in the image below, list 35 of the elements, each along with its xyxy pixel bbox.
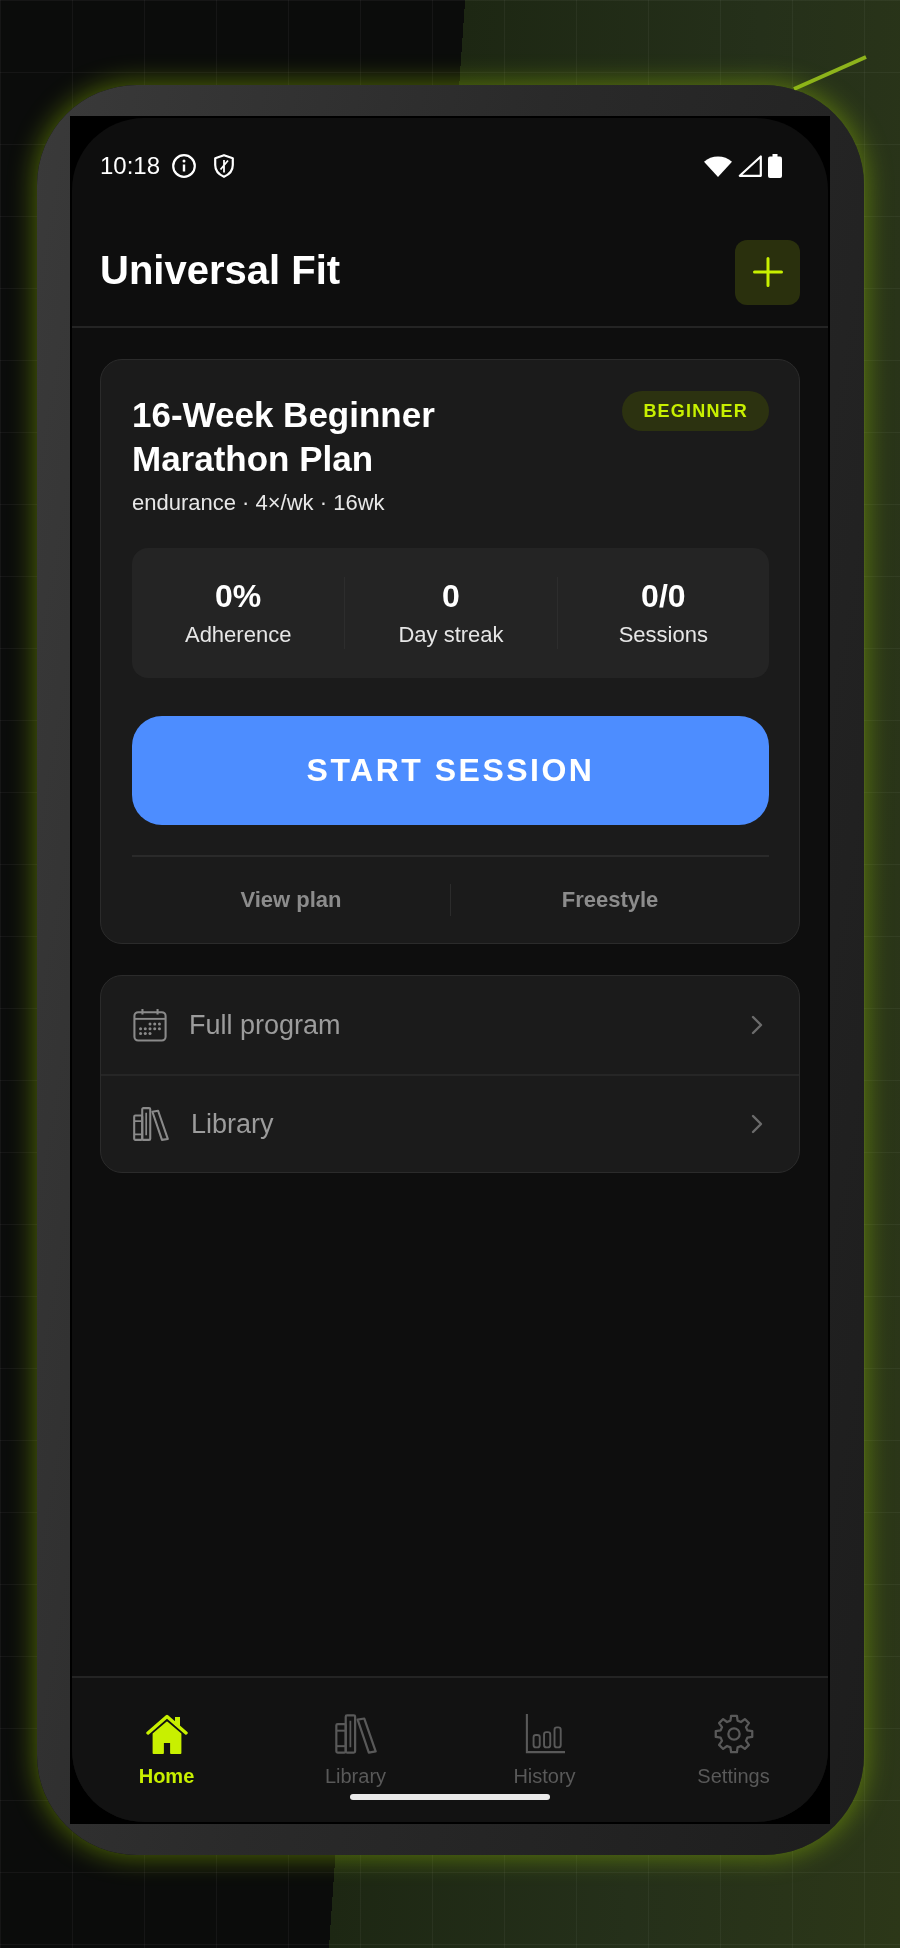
chevron-right-icon	[751, 1015, 763, 1035]
stat-value: 0	[442, 577, 460, 615]
home-icon	[145, 1714, 188, 1754]
wifi-icon	[704, 155, 732, 177]
nav-tab[interactable]: History	[450, 1712, 639, 1788]
books-icon	[133, 1107, 169, 1141]
start-session-button[interactable]: START SESSION	[132, 716, 769, 825]
menu-row[interactable]: Full program	[101, 976, 799, 1074]
plan-meta: endurance · 4×/wk · 16wk	[132, 489, 386, 517]
nav-tab[interactable]: Settings	[639, 1712, 828, 1788]
stat-label: Day streak	[398, 621, 504, 649]
plan-title: 16-Week Beginner Marathon Plan	[132, 394, 436, 480]
stat-label: Adherence	[184, 621, 292, 649]
chevron-right-icon	[751, 1114, 763, 1134]
stat-label: Sessions	[618, 621, 708, 649]
level-badge: BEGINNER	[622, 391, 769, 431]
calendar-icon	[133, 1008, 167, 1042]
secondary-button[interactable]: Freestyle	[451, 880, 769, 920]
add-button[interactable]	[735, 239, 800, 305]
books-icon	[334, 1714, 377, 1754]
menu-row[interactable]: Library	[101, 1074, 799, 1172]
stat-value: 0%	[215, 577, 262, 615]
stat-value: 0/0	[641, 577, 686, 615]
settings-icon	[713, 1714, 754, 1754]
status-time: 10:18	[100, 152, 161, 180]
secondary-button[interactable]: View plan	[132, 880, 450, 920]
bar-chart-icon	[524, 1714, 565, 1754]
app-title: Universal Fit	[100, 247, 341, 294]
plus-icon	[752, 257, 783, 287]
nav-tab[interactable]: Library	[261, 1712, 450, 1788]
shield-icon	[214, 154, 235, 178]
info-icon	[172, 154, 197, 178]
signal-icon	[738, 155, 762, 177]
battery-icon	[768, 154, 782, 178]
nav-tab[interactable]: Home	[72, 1712, 261, 1788]
